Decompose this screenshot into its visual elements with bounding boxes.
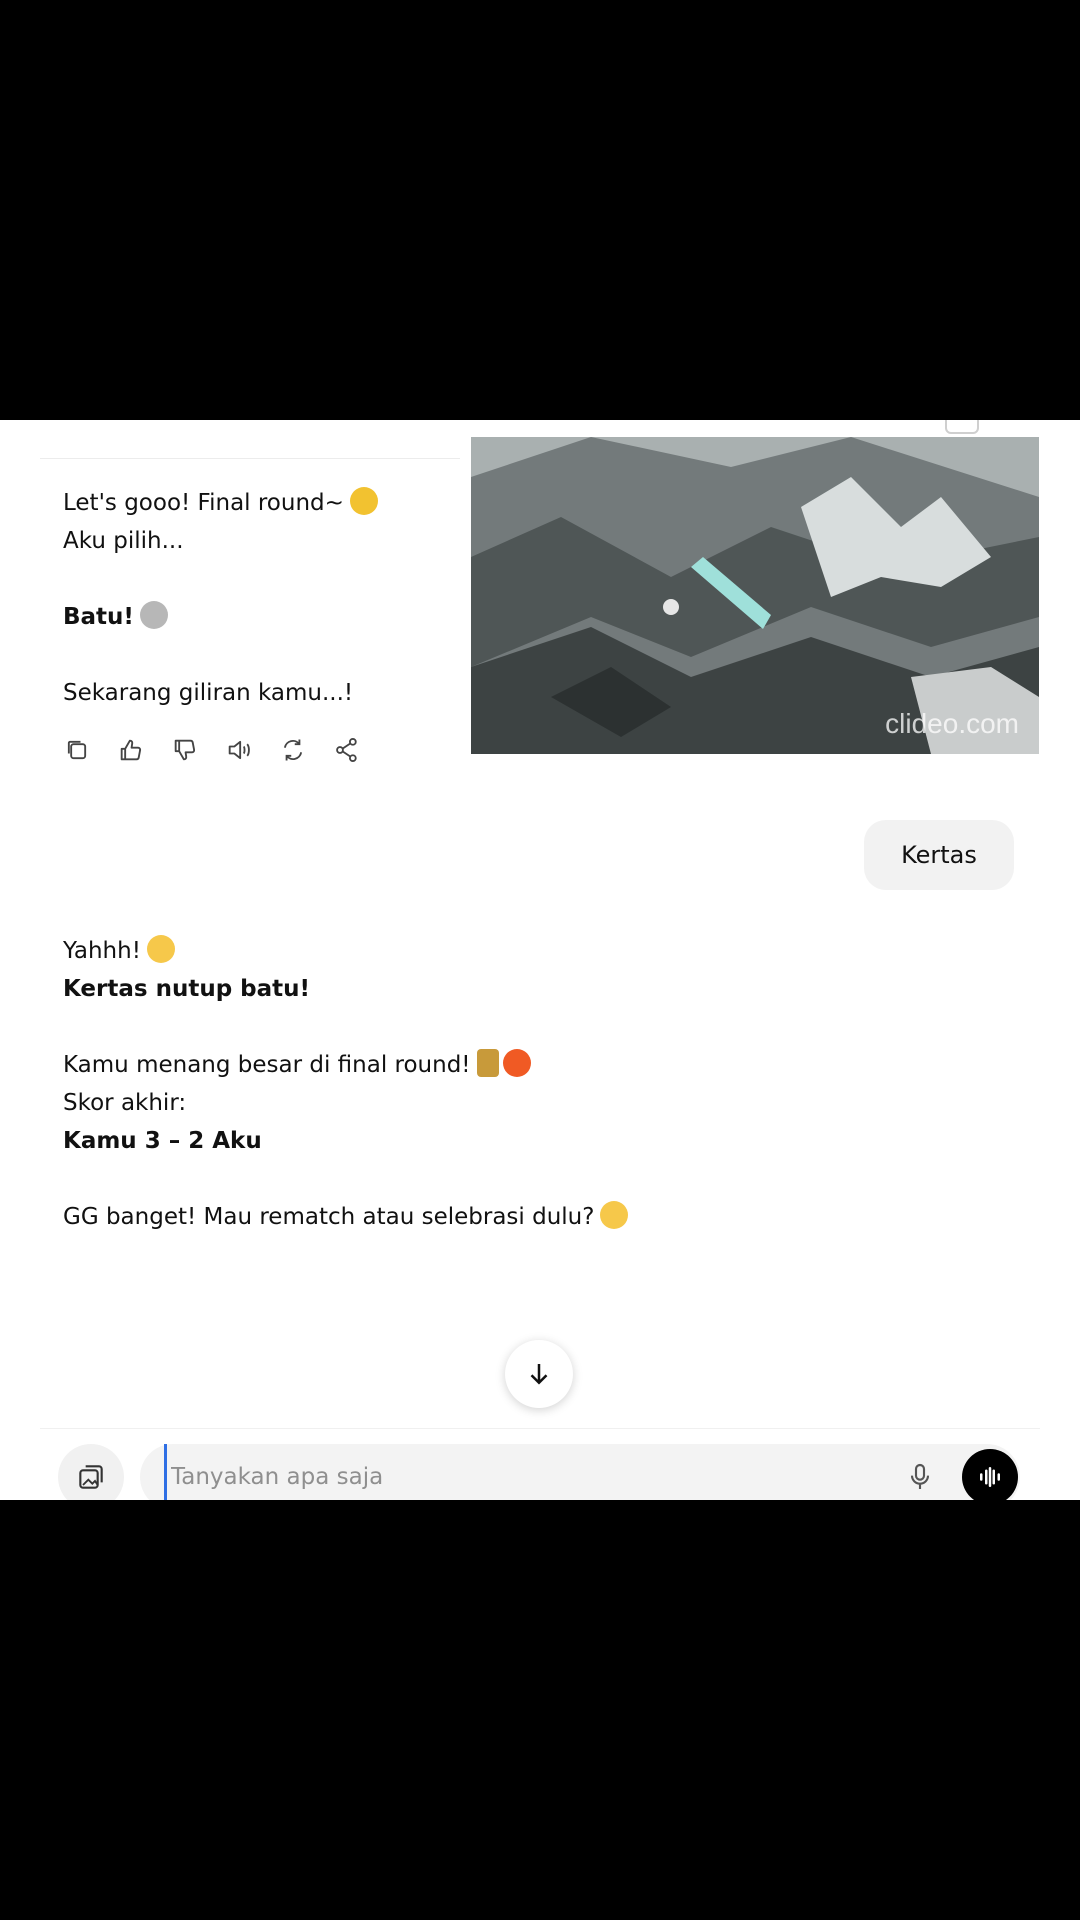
chat-screen: Let's gooo! Final round~ Aku pilih... Ba… bbox=[0, 420, 1080, 1500]
arrow-down-icon bbox=[530, 1364, 548, 1385]
waveform-icon bbox=[980, 1467, 1000, 1487]
gallery-icon bbox=[79, 1465, 103, 1489]
regenerate-icon[interactable] bbox=[279, 736, 307, 764]
bell-emoji-icon bbox=[349, 487, 378, 515]
mic-icon[interactable] bbox=[904, 1461, 936, 1493]
user-message-bubble: Kertas bbox=[864, 820, 1014, 890]
ai-message-line: Aku pilih... bbox=[63, 528, 184, 554]
satellite-image bbox=[471, 437, 1039, 754]
ai-message-line: GG banget! Mau rematch atau selebrasi du… bbox=[63, 1198, 629, 1236]
thumbs-up-icon[interactable] bbox=[117, 736, 145, 764]
ai-message-line: Batu! bbox=[63, 598, 168, 636]
crying-emoji-icon bbox=[146, 935, 175, 963]
trophy-emoji-icon bbox=[476, 1049, 499, 1077]
ai-message-line: Skor akhir: bbox=[63, 1090, 187, 1116]
video-watermark: clideo.com bbox=[885, 708, 1019, 739]
copy-icon[interactable] bbox=[63, 736, 91, 764]
divider bbox=[40, 1428, 1040, 1429]
ai-message-line: Sekarang giliran kamu...! bbox=[63, 680, 354, 706]
rock-emoji-icon bbox=[139, 601, 168, 629]
ai-message-line: Kamu menang besar di final round! bbox=[63, 1046, 531, 1084]
scroll-to-bottom-button[interactable] bbox=[505, 1340, 573, 1408]
message-input[interactable] bbox=[164, 1444, 864, 1500]
share-icon[interactable] bbox=[333, 736, 361, 764]
attach-image-button[interactable] bbox=[58, 1444, 124, 1500]
message-actions bbox=[63, 736, 361, 766]
ai-message-line: Let's gooo! Final round~ bbox=[63, 484, 378, 522]
ai-message-line: Kamu 3 – 2 Aku bbox=[63, 1128, 262, 1154]
voice-mode-button[interactable] bbox=[962, 1449, 1018, 1500]
ai-message-line: Kertas nutup batu! bbox=[63, 976, 311, 1002]
sunglasses-emoji-icon bbox=[600, 1201, 629, 1229]
fire-emoji-icon bbox=[502, 1049, 531, 1077]
divider bbox=[40, 458, 460, 459]
ai-message-line: Yahhh! bbox=[63, 932, 175, 970]
user-message-text: Kertas bbox=[901, 841, 977, 869]
top-toolbar-icon[interactable] bbox=[945, 420, 979, 434]
speaker-icon[interactable] bbox=[225, 736, 253, 764]
composer bbox=[140, 1444, 1020, 1500]
video-overlay: clideo.com bbox=[471, 437, 1039, 754]
thumbs-down-icon[interactable] bbox=[171, 736, 199, 764]
